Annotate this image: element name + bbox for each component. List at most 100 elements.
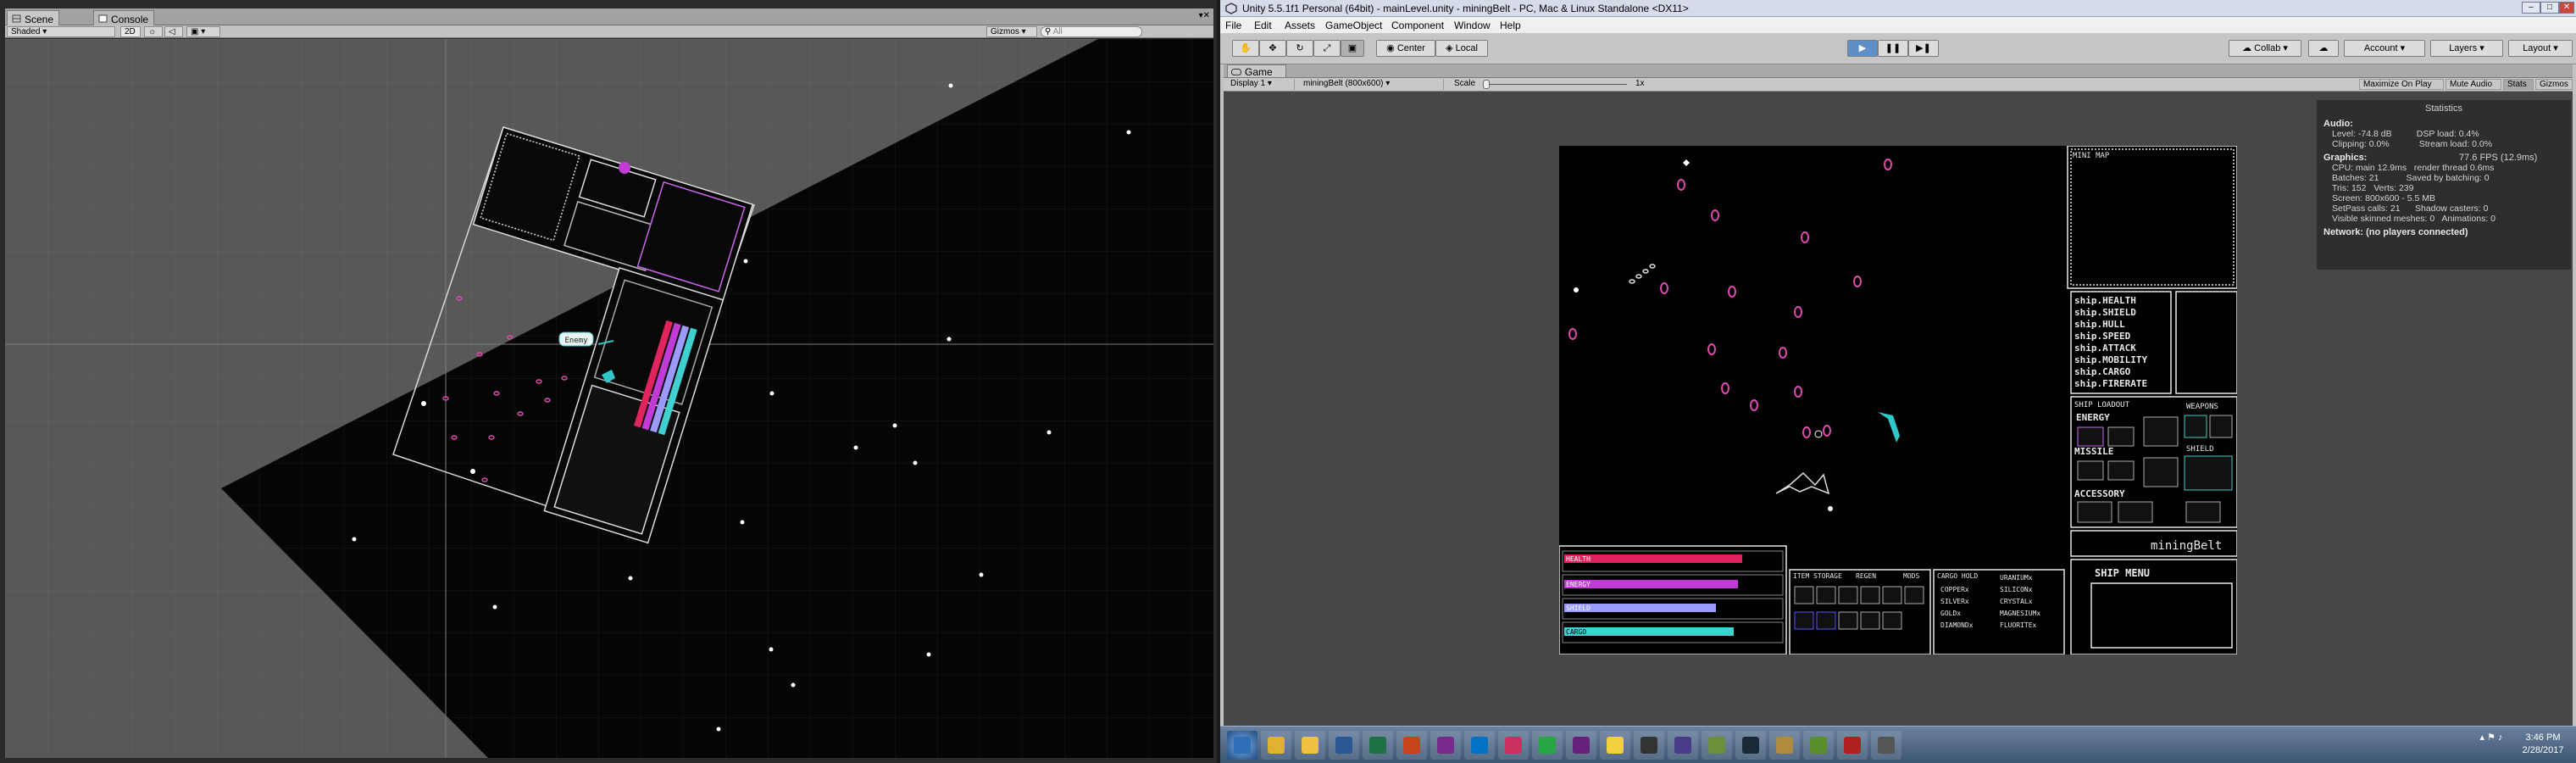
start-icon[interactable] xyxy=(1227,731,1257,760)
statistics-heading: Statistics xyxy=(2424,103,2462,114)
pause-button[interactable]: ❚❚ xyxy=(1878,40,1908,57)
game-canvas[interactable]: MINI MAP ship.HEALTH ship.SHIELD ship.HU… xyxy=(1559,146,2237,654)
scale-slider-thumb[interactable] xyxy=(1483,80,1490,89)
minimize-button[interactable]: ‒ xyxy=(2522,2,2540,14)
effects-dropdown[interactable]: ▣ ▾ xyxy=(186,26,220,37)
mascot-icon[interactable] xyxy=(1600,731,1630,760)
alienware-icon[interactable] xyxy=(1668,731,1698,760)
rotate-tool-button[interactable]: ↻ xyxy=(1286,40,1313,57)
explorer-icon[interactable] xyxy=(1295,731,1325,760)
menu-help[interactable]: Help xyxy=(1500,19,1521,31)
minecraft-icon[interactable] xyxy=(1803,731,1834,760)
menu-edit[interactable]: Edit xyxy=(1254,19,1272,31)
tab-game[interactable]: Game xyxy=(1227,64,1286,78)
gimp-icon-glyph xyxy=(1708,737,1725,754)
move-tool-button[interactable]: ✥ xyxy=(1259,40,1286,57)
outlook-icon[interactable] xyxy=(1464,731,1495,760)
scene-tab-menu-icon[interactable]: ▾✕ xyxy=(1199,11,1210,20)
menu-assets[interactable]: Assets xyxy=(1285,19,1315,31)
powerpoint-icon[interactable] xyxy=(1396,731,1427,760)
clock[interactable]: 3:46 PM 2/28/2017 xyxy=(2513,732,2573,757)
tab-console[interactable]: Console xyxy=(93,10,155,25)
steam-icon[interactable] xyxy=(1735,731,1766,760)
explorer-icon-glyph xyxy=(1302,737,1319,754)
unity-editor: Unity 5.5.1f1 Personal (64bit) - mainLev… xyxy=(1220,0,2576,763)
ship-menu-label: SHIP MENU xyxy=(2095,567,2150,579)
mode-2d-toggle[interactable]: 2D xyxy=(120,26,141,37)
ore-diamond: DIAMONDx xyxy=(1940,621,1974,629)
game-gizmos-dropdown[interactable]: Gizmos ▾ xyxy=(2535,79,2573,99)
layout-label: Layout xyxy=(2523,43,2551,53)
clock-time: 3:46 PM xyxy=(2525,732,2561,743)
step-button[interactable]: ▶❚ xyxy=(1908,40,1939,57)
scale-value: 1x xyxy=(1635,79,1645,88)
flash-icon[interactable] xyxy=(1837,731,1868,760)
tab-scene[interactable]: Scene xyxy=(7,10,60,25)
visualstudio-icon-glyph xyxy=(1573,737,1590,754)
collab-dropdown[interactable]: ☁ Collab ▾ xyxy=(2229,40,2301,57)
menu-gameobject[interactable]: GameObject xyxy=(1325,19,1382,31)
maximize-button[interactable]: □ xyxy=(2540,2,2559,14)
scene-canvas[interactable]: Enemy xyxy=(5,39,1213,758)
pivot-local-button[interactable]: ◈ Local xyxy=(1435,40,1488,57)
graphics-line-3: Tris: 152 Verts: 239 xyxy=(2332,183,2414,193)
scene-search-input[interactable]: ⚲ All xyxy=(1041,26,1142,37)
scene-tabstrip: Scene Console ▾✕ xyxy=(5,8,1213,25)
intellij-icon[interactable] xyxy=(1498,731,1529,760)
tab-game-label: Game xyxy=(1245,66,1273,78)
excel-icon[interactable] xyxy=(1363,731,1393,760)
stats-toggle[interactable]: Stats xyxy=(2503,79,2534,90)
pivot-center-button[interactable]: ◉ Center xyxy=(1376,40,1435,57)
tab-console-label: Console xyxy=(111,14,149,25)
scale-tool-button[interactable]: ⤢ xyxy=(1313,40,1341,57)
stat-hull: ship.HULL xyxy=(2074,319,2125,330)
tray-icons[interactable]: ▴ ⚑ ♪ xyxy=(2474,732,2508,744)
chrome-icon[interactable] xyxy=(1261,731,1291,760)
unity-editor-icon[interactable] xyxy=(1871,731,1901,760)
start-icon-glyph xyxy=(1234,737,1251,754)
play-button[interactable]: ▶ xyxy=(1847,40,1878,57)
visualstudio-icon[interactable] xyxy=(1566,731,1596,760)
close-button[interactable]: ✕ xyxy=(2559,2,2574,14)
tab-scene-label: Scene xyxy=(25,14,54,25)
scene-viewport[interactable]: Enemy xyxy=(5,39,1213,758)
mute-audio-toggle[interactable]: Mute Audio xyxy=(2446,79,2501,90)
fps-readout: 77.6 FPS (12.9ms) xyxy=(2459,153,2538,163)
main-toolbar: ✋ ✥ ↻ ⤢ ▣ ◉ Center ◈ Local ▶ ❚❚ ▶❚ ☁ Col… xyxy=(1220,34,2576,64)
layers-dropdown[interactable]: Layers ▾ xyxy=(2430,40,2503,57)
stat-attack: ship.ATTACK xyxy=(2074,343,2136,354)
cloud-icon[interactable]: ☁ xyxy=(2308,40,2339,57)
graphics-line-4: Screen: 800x600 - 5.5 MB xyxy=(2332,193,2435,203)
layout-dropdown[interactable]: Layout ▾ xyxy=(2508,40,2573,57)
rect-tool-button[interactable]: ▣ xyxy=(1341,40,1364,57)
audio-icon[interactable]: ◁ xyxy=(164,26,183,37)
account-dropdown[interactable]: Account ▾ xyxy=(2344,40,2425,57)
menu-file[interactable]: File xyxy=(1225,19,1241,31)
resolution-dropdown[interactable]: miningBelt (800x600) ▾ xyxy=(1300,79,1444,90)
gizmos-dropdown[interactable]: Gizmos ▾ xyxy=(986,26,1037,37)
menu-window[interactable]: Window xyxy=(1454,19,1491,31)
gamepad-icon xyxy=(1231,69,1241,75)
stat-speed: ship.SPEED xyxy=(2074,331,2131,342)
onenote-icon[interactable] xyxy=(1430,731,1461,760)
alienware-icon-glyph xyxy=(1674,737,1691,754)
hand-tool-button[interactable]: ✋ xyxy=(1232,40,1259,57)
display-dropdown[interactable]: Display 1 ▾ xyxy=(1227,79,1295,90)
enemy-bubble-label: Enemy xyxy=(564,337,588,345)
league-icon[interactable] xyxy=(1769,731,1800,760)
word-icon[interactable] xyxy=(1329,731,1359,760)
enemy-bubble[interactable]: Enemy xyxy=(558,331,594,347)
scene-toolbar: Shaded ▾ 2D ☼ ◁ ▣ ▾ Gizmos ▾ ⚲ All xyxy=(5,25,1213,38)
pycharm-icon[interactable] xyxy=(1532,731,1563,760)
game-viewport[interactable]: Statistics Audio: Level: -74.8 dB DSP lo… xyxy=(1224,92,2573,726)
gimp-icon[interactable] xyxy=(1702,731,1732,760)
ore-copper: COPPERx xyxy=(1940,586,1969,593)
right-hud xyxy=(2067,146,2237,654)
scale-slider[interactable] xyxy=(1483,84,1627,85)
game-gizmos-label: Gizmos xyxy=(2540,80,2568,89)
lighting-icon[interactable]: ☼ xyxy=(144,26,163,37)
maximize-on-play-toggle[interactable]: Maximize On Play xyxy=(2359,79,2444,90)
shading-dropdown[interactable]: Shaded ▾ xyxy=(7,26,115,37)
menu-component[interactable]: Component xyxy=(1391,19,1444,31)
unity-icon[interactable] xyxy=(1634,731,1664,760)
